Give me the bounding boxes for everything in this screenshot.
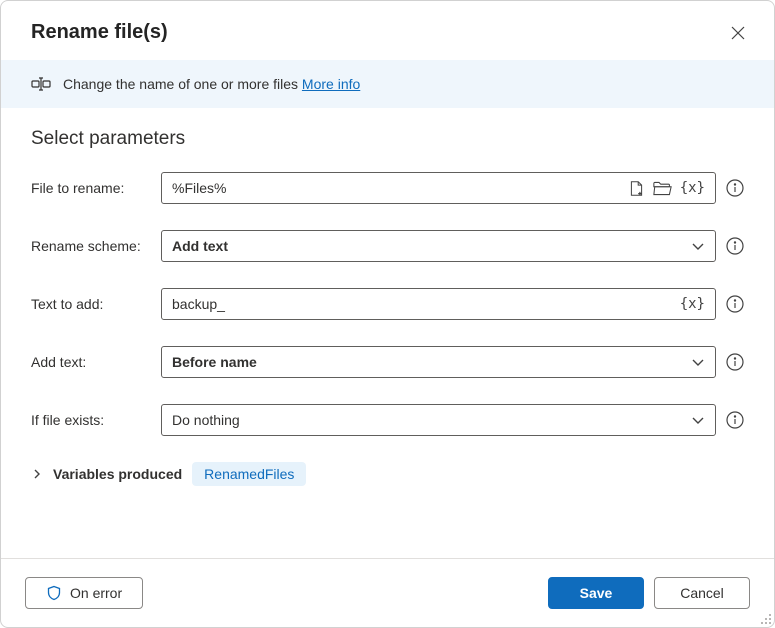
rename-files-dialog: Rename file(s) Change the name of one or… — [0, 0, 775, 628]
dialog-footer: On error Save Cancel — [1, 558, 774, 627]
variable-picker-icon[interactable]: {x} — [680, 296, 705, 312]
input-text-to-add[interactable]: backup_ {x} — [161, 288, 716, 320]
label-text-to-add: Text to add: — [31, 296, 161, 312]
dialog-title: Rename file(s) — [31, 21, 168, 44]
save-button[interactable]: Save — [548, 577, 644, 609]
input-file-to-rename[interactable]: %Files% {x} — [161, 172, 716, 204]
close-icon — [730, 25, 746, 41]
resize-grip-icon[interactable] — [760, 613, 772, 625]
banner-text: Change the name of one or more files — [63, 76, 298, 92]
cancel-button[interactable]: Cancel — [654, 577, 750, 609]
select-add-text[interactable]: Before name — [161, 346, 716, 378]
shield-icon — [46, 585, 62, 601]
row-add-text: Add text: Before name — [31, 346, 744, 378]
label-file-to-rename: File to rename: — [31, 180, 161, 196]
chevron-down-icon — [691, 355, 705, 369]
info-banner: Change the name of one or more files Mor… — [1, 60, 774, 108]
row-text-to-add: Text to add: backup_ {x} — [31, 288, 744, 320]
rename-action-icon — [31, 74, 51, 94]
row-rename-scheme: Rename scheme: Add text — [31, 230, 744, 262]
value-file-to-rename: %Files% — [172, 180, 628, 196]
info-icon[interactable] — [726, 237, 744, 255]
dialog-header: Rename file(s) — [1, 1, 774, 60]
variable-picker-icon[interactable]: {x} — [680, 180, 705, 196]
label-add-text: Add text: — [31, 354, 161, 370]
value-rename-scheme: Add text — [172, 238, 691, 254]
info-icon[interactable] — [726, 179, 744, 197]
section-title: Select parameters — [31, 128, 744, 150]
info-icon[interactable] — [726, 295, 744, 313]
value-text-to-add: backup_ — [172, 296, 680, 312]
label-rename-scheme: Rename scheme: — [31, 238, 161, 254]
info-icon[interactable] — [726, 353, 744, 371]
row-if-file-exists: If file exists: Do nothing — [31, 404, 744, 436]
folder-picker-icon[interactable] — [653, 180, 672, 197]
value-if-file-exists: Do nothing — [172, 412, 691, 428]
on-error-label: On error — [70, 585, 122, 601]
info-icon[interactable] — [726, 411, 744, 429]
more-info-link[interactable]: More info — [302, 76, 360, 92]
close-button[interactable] — [726, 21, 750, 48]
value-add-text: Before name — [172, 354, 691, 370]
select-rename-scheme[interactable]: Add text — [161, 230, 716, 262]
select-if-file-exists[interactable]: Do nothing — [161, 404, 716, 436]
variable-badge[interactable]: RenamedFiles — [192, 462, 306, 486]
banner-content: Change the name of one or more files Mor… — [63, 76, 360, 92]
variables-produced-row[interactable]: Variables produced RenamedFiles — [31, 462, 744, 486]
chevron-right-icon — [31, 468, 43, 480]
label-if-file-exists: If file exists: — [31, 412, 161, 428]
file-picker-icon[interactable] — [628, 180, 645, 197]
chevron-down-icon — [691, 413, 705, 427]
chevron-down-icon — [691, 239, 705, 253]
row-file-to-rename: File to rename: %Files% — [31, 172, 744, 204]
variables-produced-label: Variables produced — [53, 466, 182, 482]
on-error-button[interactable]: On error — [25, 577, 143, 609]
dialog-content: Select parameters File to rename: %Files… — [1, 108, 774, 558]
